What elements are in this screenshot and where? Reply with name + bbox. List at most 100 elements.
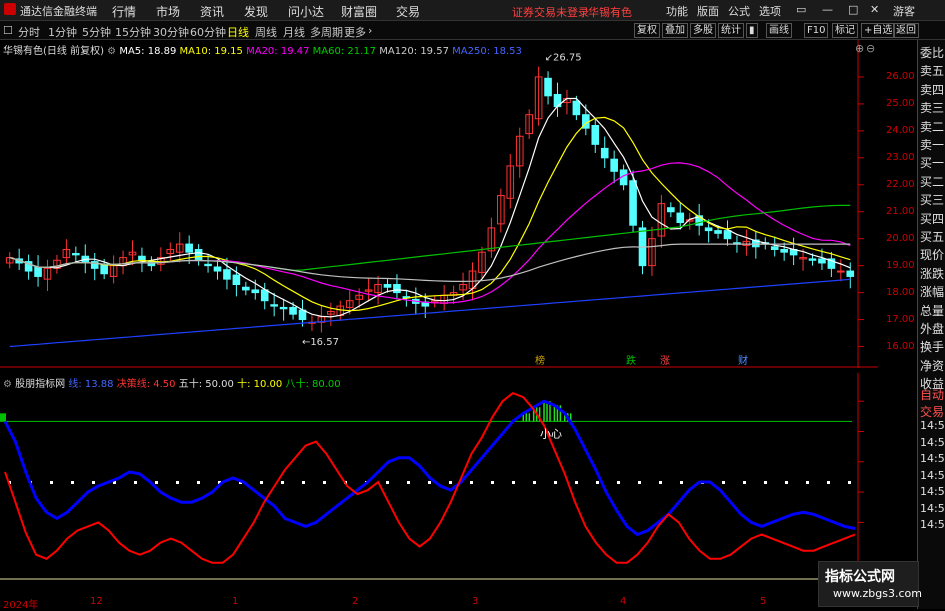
btn-back[interactable]: 返回: [893, 23, 919, 38]
line-fifty-dot: [554, 481, 557, 484]
period-30min[interactable]: 30分钟: [153, 24, 189, 40]
btn-multi-stock[interactable]: 多股: [690, 23, 716, 38]
quote-panel-item[interactable]: 涨跌: [920, 265, 944, 282]
period-bar: ☐ 分时 1分钟 5分钟 15分钟 30分钟 60分钟 日线 周线 月线 多周期…: [0, 21, 945, 40]
menu-layout[interactable]: 版面: [697, 3, 719, 19]
period-15min[interactable]: 15分钟: [115, 24, 151, 40]
quote-panel-item[interactable]: 涨幅: [920, 283, 944, 300]
low-price-label: ←16.57: [302, 337, 339, 348]
quote-panel-item[interactable]: 自动: [920, 386, 944, 403]
candle-down: [232, 274, 241, 286]
quote-panel-item[interactable]: 卖四: [920, 81, 944, 98]
btn-draw-line[interactable]: 画线: [766, 23, 792, 38]
price-tick-label: 22.00: [886, 178, 915, 190]
quote-panel-item[interactable]: 现价: [920, 246, 944, 263]
maximize-icon[interactable]: □: [848, 3, 858, 16]
candle-down: [723, 230, 732, 240]
zoom-out-icon[interactable]: ⊖: [866, 42, 875, 55]
indicator-line-a: 线: 13.88: [68, 379, 114, 390]
indicator-line-d: 十: 10.00: [237, 379, 283, 390]
line-fifty-dot: [806, 481, 809, 484]
candle-down: [818, 258, 826, 264]
candle-down: [780, 248, 788, 253]
quote-panel-item[interactable]: 买一: [920, 154, 944, 171]
menu-wealth[interactable]: 财富圈: [341, 3, 377, 20]
menu-ask[interactable]: 问小达: [288, 3, 324, 20]
quote-panel-item[interactable]: 卖一: [920, 136, 944, 153]
quote-panel-item[interactable]: 14:56: [920, 502, 945, 515]
quote-panel-item[interactable]: 交易: [920, 403, 944, 420]
quote-panel-item[interactable]: 卖二: [920, 118, 944, 135]
menu-market[interactable]: 市场: [156, 3, 180, 20]
price-tick-label: 16.00: [886, 340, 915, 352]
legend-ma10: MA10: 19.15: [179, 46, 243, 57]
period-monthly[interactable]: 月线: [283, 24, 305, 40]
login-alert[interactable]: 证券交易未登录: [512, 4, 589, 20]
period-weekly[interactable]: 周线: [255, 24, 277, 40]
menu-quotes[interactable]: 行情: [112, 3, 136, 20]
line-fifty-dot: [176, 481, 179, 484]
line-fifty-dot: [848, 481, 851, 484]
quote-panel-item[interactable]: 买五: [920, 228, 944, 245]
candle-down: [704, 227, 713, 232]
candle-down: [147, 261, 156, 267]
quote-panel-item[interactable]: 14:56: [920, 436, 945, 449]
quote-panel-item[interactable]: 委比: [920, 44, 944, 61]
quote-panel-item[interactable]: 14:55: [920, 419, 945, 432]
menu-discover[interactable]: 发现: [244, 3, 268, 20]
quote-panel-item[interactable]: 14:56: [920, 452, 945, 465]
quote-panel-item[interactable]: 卖三: [920, 99, 944, 116]
btn-f10[interactable]: F10: [804, 23, 829, 38]
period-daily[interactable]: 日线: [227, 24, 249, 40]
quote-panel-item[interactable]: 14:56: [920, 485, 945, 498]
indicator-chart[interactable]: 90.0075.0060.0045.0030.00小心: [0, 373, 878, 595]
quote-panel-item[interactable]: 买二: [920, 173, 944, 190]
quote-panel-item[interactable]: 净资: [920, 357, 944, 374]
period-60min[interactable]: 60分钟: [190, 24, 226, 40]
restore-icon[interactable]: ▭: [796, 3, 806, 16]
guest-label[interactable]: 游客: [893, 3, 915, 19]
period-multi[interactable]: 多周期: [310, 24, 343, 40]
btn-draw[interactable]: ▮: [746, 23, 758, 38]
menu-formula[interactable]: 公式: [728, 3, 750, 19]
candle-down: [393, 284, 401, 294]
bell-icon[interactable]: ☐: [3, 24, 13, 37]
quote-panel-item[interactable]: 14:56: [920, 518, 945, 531]
zoom-in-icon[interactable]: ⊕: [855, 42, 864, 55]
app-name: 通达信金融终端: [20, 5, 97, 18]
quote-panel-item[interactable]: 外盘: [920, 320, 944, 337]
quote-panel-item[interactable]: 买四: [920, 210, 944, 227]
menu-news[interactable]: 资讯: [200, 3, 224, 20]
period-1min[interactable]: 1分钟: [48, 24, 77, 40]
btn-add-favorite[interactable]: +自选: [861, 23, 896, 38]
quote-panel-item[interactable]: 总量: [920, 302, 944, 319]
date-label: 5: [760, 596, 767, 607]
stock-title: 华锡有色(日线 前复权): [3, 46, 104, 57]
candle-down: [600, 147, 609, 159]
price-chart[interactable]: ↙26.75 ←16.57 榜 跌 涨 财: [0, 40, 878, 368]
settings-icon[interactable]: ⚙: [107, 46, 116, 57]
quote-panel-item[interactable]: 卖五: [920, 62, 944, 79]
menu-trade[interactable]: 交易: [396, 3, 420, 20]
quote-panel-item[interactable]: 买三: [920, 191, 944, 208]
line-fifty-dot: [407, 481, 410, 484]
minimize-icon[interactable]: —: [822, 3, 833, 16]
period-more[interactable]: 更多: [344, 24, 366, 40]
quote-panel-item[interactable]: 14:56: [920, 469, 945, 482]
menu-function[interactable]: 功能: [666, 3, 688, 19]
event-marker: 财: [738, 354, 748, 367]
chevron-right-icon[interactable]: ›: [368, 24, 372, 37]
quote-panel-item[interactable]: 换手: [920, 338, 944, 355]
line-fifty-dot: [764, 481, 767, 484]
period-5min[interactable]: 5分钟: [82, 24, 111, 40]
btn-statistics[interactable]: 统计: [718, 23, 744, 38]
btn-overlay[interactable]: 叠加: [662, 23, 688, 38]
candle-down: [100, 263, 108, 275]
close-icon[interactable]: ✕: [870, 3, 879, 16]
indicator-settings-icon[interactable]: ⚙: [3, 379, 12, 390]
btn-mark[interactable]: 标记: [832, 23, 858, 38]
period-intraday[interactable]: 分时: [18, 24, 40, 40]
menu-options[interactable]: 选项: [759, 3, 781, 19]
watermark: 指标公式网 www.zbgs3.com: [818, 561, 922, 607]
btn-restore-rights[interactable]: 复权: [634, 23, 660, 38]
